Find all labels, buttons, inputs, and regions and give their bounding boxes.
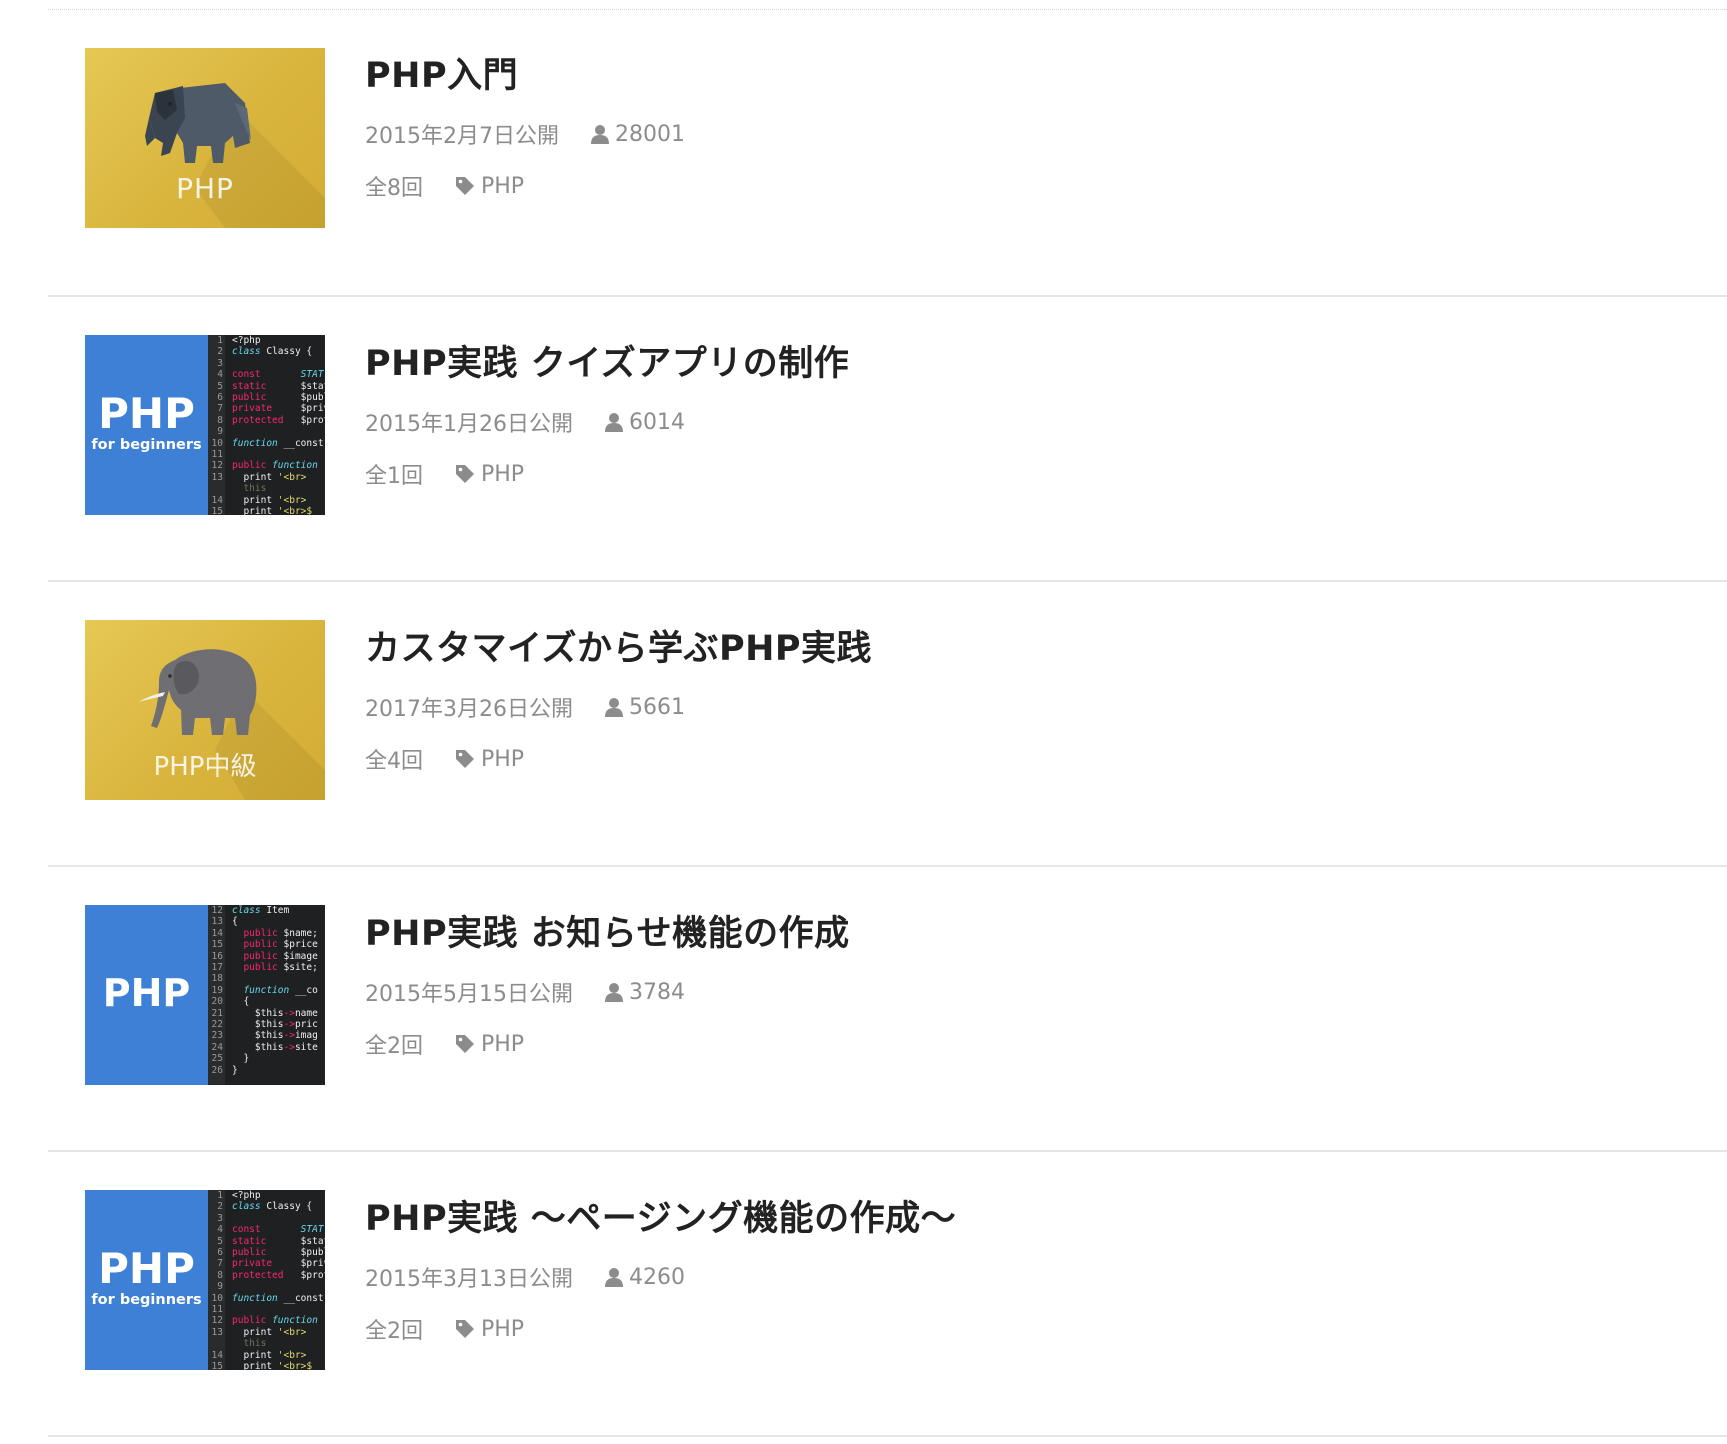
course-item: PHP PHP入門 2015年2月7日公開 28001 全8回 PHP (48, 10, 1727, 297)
course-list: PHP PHP入門 2015年2月7日公開 28001 全8回 PHP PHP … (48, 10, 1727, 1437)
course-meta: 2015年5月15日公開 3784 (365, 977, 1707, 1008)
course-item: PHP 12 13 14 15 16 17 18 19 20 21 22 23 … (48, 867, 1727, 1152)
thumbnail-label: PHP中級 (153, 752, 257, 782)
line-numbers: 12 13 14 15 16 17 18 19 20 21 22 23 24 2… (208, 905, 225, 1085)
course-info: カスタマイズから学ぶPHP実践 2017年3月26日公開 5661 全4回 PH… (365, 628, 1707, 774)
user-icon (604, 698, 623, 717)
thumbnail-label: PHP (176, 172, 234, 205)
code-snippet: 12 13 14 15 16 17 18 19 20 21 22 23 24 2… (208, 905, 325, 1085)
tag-label: PHP (481, 1031, 525, 1057)
course-item: PHP中級 カスタマイズから学ぶPHP実践 2017年3月26日公開 5661 … (48, 582, 1727, 867)
published-date: 2017年3月26日公開 (365, 697, 573, 722)
view-count: 28001 (614, 121, 685, 147)
tag-link[interactable]: PHP (455, 462, 524, 487)
tag-link[interactable]: PHP (455, 174, 524, 199)
course-info: PHP実践 〜ページング機能の作成〜 2015年3月13日公開 4260 全2回 (365, 1198, 1707, 1344)
tag-icon (456, 465, 474, 483)
user-icon (590, 125, 609, 144)
course-item: PHP for beginners 1 2 3 4 5 6 7 8 9 10 1… (48, 297, 1727, 582)
course-thumbnail[interactable]: PHP 12 13 14 15 16 17 18 19 20 21 22 23 … (85, 905, 325, 1085)
tag-label: PHP (481, 461, 525, 487)
user-icon (604, 983, 623, 1002)
code-snippet: 1 2 3 4 5 6 7 8 9 10 11 12 13 14 15 <?ph… (208, 335, 325, 515)
course-title[interactable]: PHP入門 (365, 55, 518, 97)
course-info: PHP実践 お知らせ機能の作成 2015年5月15日公開 3784 全2回 PH… (365, 913, 1707, 1059)
published-date: 2015年3月13日公開 (365, 1267, 573, 1292)
view-count: 5661 (628, 694, 685, 720)
course-meta: 2017年3月26日公開 5661 (365, 692, 1707, 723)
tag-label: PHP (481, 1316, 525, 1342)
course-item: PHP for beginners 1 2 3 4 5 6 7 8 9 10 1… (48, 1152, 1727, 1437)
code-text: <?php class Classy { const STAT static $… (232, 335, 325, 515)
published-date: 2015年2月7日公開 (365, 124, 559, 149)
episode-count: 全1回 (365, 464, 423, 489)
course-meta-tags: 全1回 PHP (365, 459, 1707, 490)
course-thumbnail[interactable]: PHP for beginners 1 2 3 4 5 6 7 8 9 10 1… (85, 335, 325, 515)
tag-link[interactable]: PHP (455, 1317, 524, 1342)
course-info: PHP実践 クイズアプリの制作 2015年1月26日公開 6014 全1回 PH… (365, 343, 1707, 489)
tag-icon (456, 177, 474, 195)
course-meta-tags: 全8回 PHP (365, 171, 1707, 202)
episode-count: 全2回 (365, 1319, 423, 1344)
view-count: 6014 (628, 409, 685, 435)
code-text: <?php class Classy { const STAT static $… (232, 1190, 325, 1370)
course-meta: 2015年1月26日公開 6014 (365, 407, 1707, 438)
episode-count: 全8回 (365, 176, 423, 201)
tag-label: PHP (481, 173, 525, 199)
line-numbers: 1 2 3 4 5 6 7 8 9 10 11 12 13 14 15 (208, 335, 225, 515)
tag-label: PHP (481, 746, 525, 772)
course-title[interactable]: PHP実践 クイズアプリの制作 (365, 343, 849, 385)
course-meta-tags: 全2回 PHP (365, 1314, 1707, 1345)
user-icon (604, 1268, 623, 1287)
published-date: 2015年1月26日公開 (365, 412, 573, 437)
thumbnail-label: PHP (98, 389, 195, 438)
user-icon (604, 413, 623, 432)
course-title[interactable]: PHP実践 お知らせ機能の作成 (365, 913, 850, 955)
course-meta: 2015年2月7日公開 28001 (365, 119, 1707, 150)
line-numbers: 1 2 3 4 5 6 7 8 9 10 11 12 13 14 15 (208, 1190, 225, 1370)
code-text: class Item { public $name; public $price… (232, 905, 318, 1076)
view-count: 3784 (628, 979, 685, 1005)
thumbnail-sublabel: for beginners (91, 1292, 202, 1308)
published-date: 2015年5月15日公開 (365, 982, 573, 1007)
course-meta-tags: 全2回 PHP (365, 1029, 1707, 1060)
tag-icon (456, 1320, 474, 1338)
tag-link[interactable]: PHP (455, 1032, 524, 1057)
code-snippet: 1 2 3 4 5 6 7 8 9 10 11 12 13 14 15 <?ph… (208, 1190, 325, 1370)
tag-icon (456, 750, 474, 768)
thumbnail-label: PHP (102, 971, 191, 1015)
thumbnail-sublabel: for beginners (91, 437, 202, 453)
course-title[interactable]: PHP実践 〜ページング機能の作成〜 (365, 1198, 956, 1240)
tag-link[interactable]: PHP (455, 747, 524, 772)
episode-count: 全4回 (365, 749, 423, 774)
course-meta: 2015年3月13日公開 4260 (365, 1262, 1707, 1293)
thumbnail-label: PHP (98, 1244, 195, 1293)
course-thumbnail[interactable]: PHP中級 (85, 620, 325, 800)
course-meta-tags: 全4回 PHP (365, 744, 1707, 775)
course-thumbnail[interactable]: PHP (85, 48, 325, 228)
course-thumbnail[interactable]: PHP for beginners 1 2 3 4 5 6 7 8 9 10 1… (85, 1190, 325, 1370)
course-title[interactable]: カスタマイズから学ぶPHP実践 (365, 628, 872, 670)
episode-count: 全2回 (365, 1034, 423, 1059)
tag-icon (456, 1035, 474, 1053)
view-count: 4260 (628, 1264, 685, 1290)
course-info: PHP入門 2015年2月7日公開 28001 全8回 PHP (365, 55, 1707, 201)
